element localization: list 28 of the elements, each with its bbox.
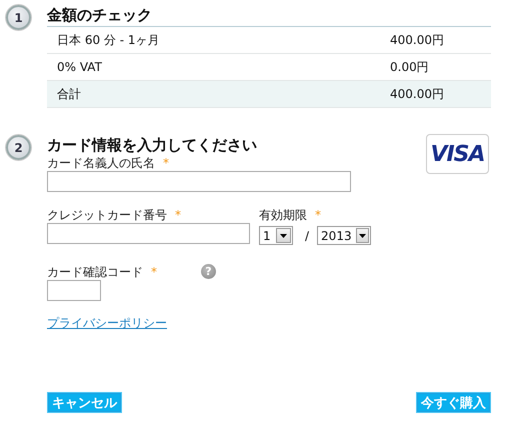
field-label: カード名義人の氏名 [47,156,155,170]
field-label: カード確認コード [47,265,143,279]
item-amount: 400.00円 [390,32,445,48]
step-number: 2 [6,135,31,160]
item-label: 0% VAT [57,60,103,74]
date-separator: / [305,228,310,242]
security-code-field[interactable] [47,280,101,301]
buy-now-button[interactable]: 今すぐ購入 [416,392,491,413]
required-mark: * [163,156,169,170]
card-number-field[interactable] [47,223,250,244]
item-label: 日本 60 分 - 1ヶ月 [57,32,160,48]
privacy-policy-link[interactable]: プライバシーポリシー [47,316,167,330]
cancel-button[interactable]: キャンセル [47,392,122,413]
required-mark: * [151,265,157,279]
required-mark: * [315,208,321,222]
section-title: カード情報を入力してください [47,135,257,155]
year-select[interactable]: 2013 [317,226,372,245]
field-label: クレジットカード番号 [47,208,167,222]
item-amount: 400.00円 [390,86,445,102]
step-number: 1 [6,5,31,30]
item-amount: 0.00円 [390,58,430,76]
field-label: 有効期限 [259,208,307,222]
month-select[interactable]: 1 [259,226,293,245]
item-label: 合計 [57,86,82,102]
visa-logo: VISA [426,134,489,174]
section-title: 金額のチェック [47,5,152,25]
required-mark: * [175,208,181,222]
name-field[interactable] [47,171,351,192]
